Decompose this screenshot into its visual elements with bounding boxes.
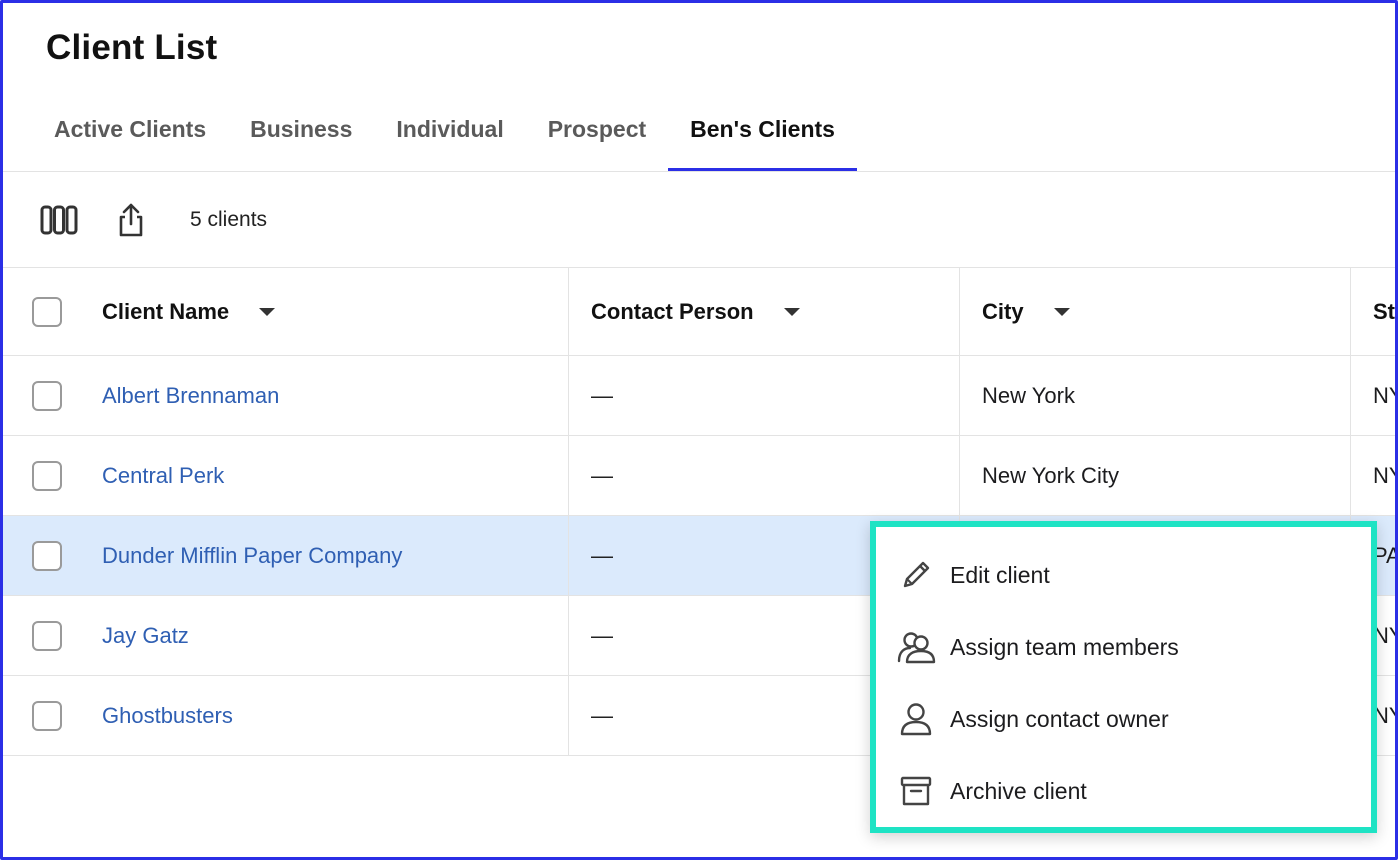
row-checkbox[interactable] — [32, 700, 62, 731]
sort-caret-icon[interactable] — [783, 307, 800, 316]
tab-active-clients[interactable]: Active Clients — [32, 104, 228, 172]
contact-person-value: — — [591, 542, 613, 568]
contact-person-value: — — [591, 382, 613, 408]
row-checkbox[interactable] — [32, 540, 62, 571]
column-header-label: St — [1373, 298, 1395, 324]
sort-caret-icon[interactable] — [259, 307, 276, 316]
tab-individual[interactable]: Individual — [374, 104, 525, 172]
menu-item-label: Assign contact owner — [950, 705, 1169, 732]
share-export-icon — [119, 203, 143, 237]
menu-item-label: Edit client — [950, 561, 1050, 588]
state-value: NY — [1373, 382, 1398, 408]
client-name-link[interactable]: Dunder Mifflin Paper Company — [102, 543, 402, 569]
state-value: NY — [1373, 462, 1398, 488]
contact-person-value: — — [591, 462, 613, 488]
column-header-contact-person[interactable]: Contact Person — [568, 268, 959, 355]
users-icon — [896, 627, 936, 667]
tab-prospect[interactable]: Prospect — [526, 104, 668, 172]
table-header-row: Client Name Contact Person City St — [3, 268, 1395, 356]
menu-item-label: Archive client — [950, 777, 1087, 804]
columns-icon — [40, 205, 78, 235]
menu-item-assign-team-members[interactable]: Assign team members — [876, 611, 1371, 683]
menu-item-assign-contact-owner[interactable]: Assign contact owner — [876, 683, 1371, 755]
table-row[interactable]: Central Perk — New York City NY — [3, 436, 1398, 516]
tab-business[interactable]: Business — [228, 104, 374, 172]
contact-person-value: — — [591, 702, 613, 728]
tab-bens-clients[interactable]: Ben's Clients — [668, 104, 857, 172]
menu-item-archive-client[interactable]: Archive client — [876, 755, 1371, 827]
row-checkbox[interactable] — [32, 380, 62, 411]
column-header-client-name[interactable]: Client Name — [102, 268, 568, 355]
row-checkbox[interactable] — [32, 620, 62, 651]
column-header-label: City — [982, 298, 1024, 324]
menu-item-label: Assign team members — [950, 633, 1179, 660]
export-button[interactable] — [110, 200, 152, 240]
contact-person-value: — — [591, 622, 613, 648]
page-title: Client List — [46, 28, 218, 67]
archive-icon — [896, 771, 936, 811]
user-icon — [896, 699, 936, 739]
menu-item-edit-client[interactable]: Edit client — [876, 539, 1371, 611]
row-actions-menu: Edit client Assign team members Assign c… — [870, 521, 1377, 833]
column-header-city[interactable]: City — [959, 268, 1350, 355]
client-name-link[interactable]: Jay Gatz — [102, 623, 189, 649]
client-count: 5 clients — [190, 208, 268, 231]
city-value: New York City — [982, 462, 1119, 488]
column-header-label: Contact Person — [591, 298, 754, 324]
column-header-label: Client Name — [102, 298, 230, 324]
table-row[interactable]: Albert Brennaman — New York NY — [3, 356, 1398, 436]
pencil-icon — [896, 555, 936, 595]
select-all-checkbox[interactable] — [32, 296, 62, 327]
client-name-link[interactable]: Albert Brennaman — [102, 383, 279, 409]
columns-button[interactable] — [38, 200, 80, 240]
client-name-link[interactable]: Central Perk — [102, 463, 224, 489]
city-value: New York — [982, 382, 1075, 408]
client-name-link[interactable]: Ghostbusters — [102, 703, 233, 729]
column-header-state[interactable]: St — [1350, 268, 1398, 355]
sort-caret-icon[interactable] — [1053, 307, 1070, 316]
toolbar: 5 clients — [3, 172, 1395, 268]
row-checkbox[interactable] — [32, 460, 62, 491]
tab-bar: Active Clients Business Individual Prosp… — [32, 104, 857, 172]
